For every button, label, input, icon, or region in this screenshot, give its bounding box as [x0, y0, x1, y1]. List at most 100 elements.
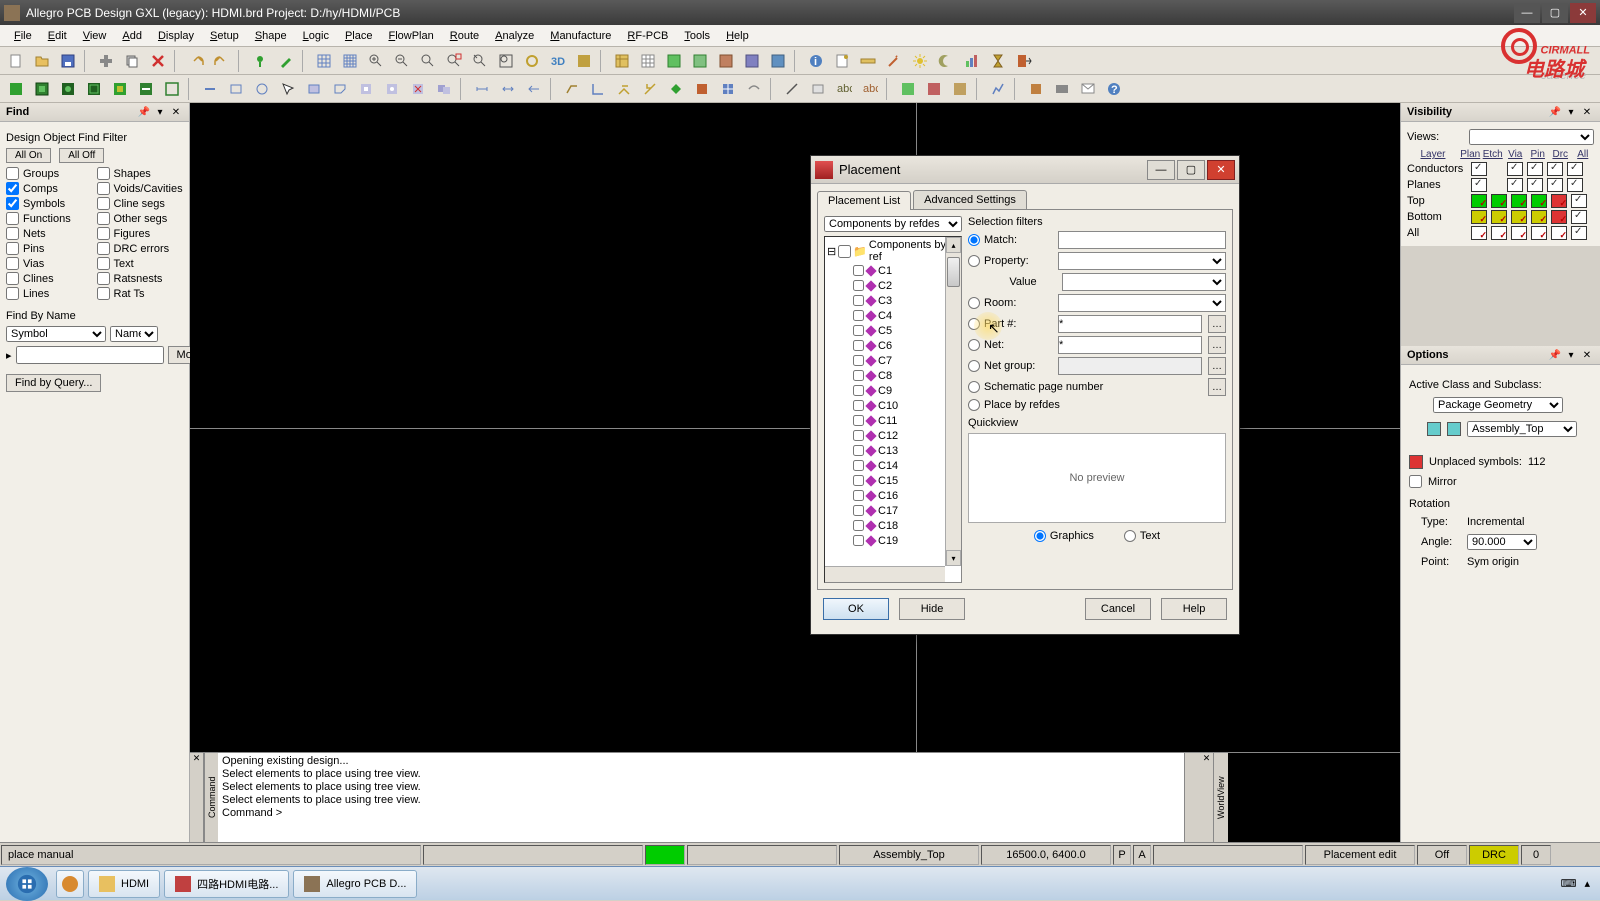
place3-icon[interactable]: [56, 77, 80, 101]
top-4[interactable]: [1531, 194, 1547, 208]
task-chrome[interactable]: [56, 870, 84, 898]
place1-icon[interactable]: [4, 77, 28, 101]
system-tray[interactable]: ⌨ ▴: [1551, 877, 1600, 890]
menu-display[interactable]: Display: [150, 28, 202, 44]
place7-icon[interactable]: [160, 77, 184, 101]
table7-icon[interactable]: [766, 49, 790, 73]
bot-4[interactable]: [1531, 210, 1547, 224]
menu-logic[interactable]: Logic: [295, 28, 337, 44]
tree-item-c18[interactable]: C18: [827, 518, 959, 533]
all-on-button[interactable]: All On: [6, 148, 51, 163]
bot-3[interactable]: [1511, 210, 1527, 224]
tab-advanced[interactable]: Advanced Settings: [913, 190, 1027, 209]
find-chk-shapes[interactable]: Shapes: [97, 167, 184, 180]
menu-rf-pcb[interactable]: RF-PCB: [619, 28, 676, 44]
pl-drc[interactable]: [1547, 178, 1563, 192]
dim1-icon[interactable]: [470, 77, 494, 101]
task-doc[interactable]: 四路HDMI电路...: [164, 870, 289, 898]
menu-route[interactable]: Route: [442, 28, 487, 44]
vis-dropdown-icon[interactable]: ▾: [1564, 105, 1578, 119]
net-radio[interactable]: [968, 339, 980, 351]
all-3[interactable]: [1511, 226, 1527, 240]
hdr-plan[interactable]: Plan: [1459, 149, 1482, 160]
shape-del-icon[interactable]: [406, 77, 430, 101]
cond-all[interactable]: [1567, 162, 1583, 176]
all-off-button[interactable]: All Off: [59, 148, 104, 163]
vis-close-icon[interactable]: ✕: [1580, 105, 1594, 119]
pl-plan[interactable]: [1471, 178, 1487, 192]
tree-item-c13[interactable]: C13: [827, 443, 959, 458]
pl-pin[interactable]: [1527, 178, 1543, 192]
schem-browse[interactable]: …: [1208, 378, 1226, 396]
menu-shape[interactable]: Shape: [247, 28, 295, 44]
zoom-world-icon[interactable]: [494, 49, 518, 73]
menu-analyze[interactable]: Analyze: [487, 28, 542, 44]
find-chk-ratts[interactable]: Rat Ts: [97, 287, 184, 300]
menu-flowplan[interactable]: FlowPlan: [380, 28, 441, 44]
tree-scrollbar-horizontal[interactable]: [825, 566, 945, 582]
table2-icon[interactable]: [636, 49, 660, 73]
netgrp-input[interactable]: [1058, 357, 1202, 375]
route3-icon[interactable]: [612, 77, 636, 101]
tree-item-c16[interactable]: C16: [827, 488, 959, 503]
shape-select-icon[interactable]: [276, 77, 300, 101]
match-input[interactable]: [1058, 231, 1226, 249]
find-chk-comps[interactable]: Comps: [6, 182, 93, 195]
table5-icon[interactable]: [714, 49, 738, 73]
mirror-checkbox[interactable]: [1409, 475, 1422, 488]
drc2-icon[interactable]: [922, 77, 946, 101]
export2-icon[interactable]: [1050, 77, 1074, 101]
help-icon[interactable]: ?: [1102, 77, 1126, 101]
route1-icon[interactable]: [560, 77, 584, 101]
copy-icon[interactable]: [120, 49, 144, 73]
drc1-icon[interactable]: [896, 77, 920, 101]
shape-rect2-icon[interactable]: [302, 77, 326, 101]
scroll-down-icon[interactable]: ▾: [946, 550, 961, 566]
table3-icon[interactable]: [662, 49, 686, 73]
tree-collapse-icon[interactable]: ⊟: [827, 245, 836, 258]
room-select[interactable]: [1058, 294, 1226, 312]
save-icon[interactable]: [56, 49, 80, 73]
menu-help[interactable]: Help: [718, 28, 757, 44]
tree-item-c12[interactable]: C12: [827, 428, 959, 443]
top-5[interactable]: [1551, 194, 1567, 208]
tool-icon[interactable]: [94, 49, 118, 73]
menu-file[interactable]: File: [6, 28, 40, 44]
expand-icon[interactable]: ▸: [6, 349, 12, 362]
grid-icon[interactable]: [312, 49, 336, 73]
find-query-button[interactable]: Find by Query...: [6, 374, 101, 392]
tray-up-icon[interactable]: ▴: [1584, 877, 1590, 890]
zoom-sel-icon[interactable]: [442, 49, 466, 73]
route7-icon[interactable]: [716, 77, 740, 101]
console-scroll[interactable]: [1184, 753, 1200, 842]
find-chk-voidscavities[interactable]: Voids/Cavities: [97, 182, 184, 195]
tree-item-c5[interactable]: C5: [827, 323, 959, 338]
exit-icon[interactable]: [1012, 49, 1036, 73]
tree-root-checkbox[interactable]: [838, 245, 851, 258]
tree-item-c6[interactable]: C6: [827, 338, 959, 353]
find-chk-figures[interactable]: Figures: [97, 227, 184, 240]
tree-item-c10[interactable]: C10: [827, 398, 959, 413]
tree-item-c7[interactable]: C7: [827, 353, 959, 368]
find-chk-groups[interactable]: Groups: [6, 167, 93, 180]
tree-item-c17[interactable]: C17: [827, 503, 959, 518]
3d-icon[interactable]: 3D: [546, 49, 570, 73]
find-chk-functions[interactable]: Functions: [6, 212, 93, 225]
find-chk-text[interactable]: Text: [97, 257, 184, 270]
abc-icon[interactable]: abc: [832, 77, 856, 101]
place5-icon[interactable]: [108, 77, 132, 101]
start-button[interactable]: [6, 867, 48, 901]
status-a[interactable]: A: [1133, 845, 1151, 865]
tree-item-c8[interactable]: C8: [827, 368, 959, 383]
tree-item-c11[interactable]: C11: [827, 413, 959, 428]
text-icon[interactable]: [806, 77, 830, 101]
hdr-etch[interactable]: Etch: [1481, 149, 1504, 160]
tree-item-c19[interactable]: C19: [827, 533, 959, 548]
hdr-pin[interactable]: Pin: [1526, 149, 1549, 160]
help-button[interactable]: Help: [1161, 598, 1227, 620]
all-5[interactable]: [1551, 226, 1567, 240]
views-select[interactable]: [1469, 129, 1594, 145]
opt-dropdown-icon[interactable]: ▾: [1564, 348, 1578, 362]
find-name-input[interactable]: [16, 346, 164, 364]
menu-manufacture[interactable]: Manufacture: [542, 28, 619, 44]
